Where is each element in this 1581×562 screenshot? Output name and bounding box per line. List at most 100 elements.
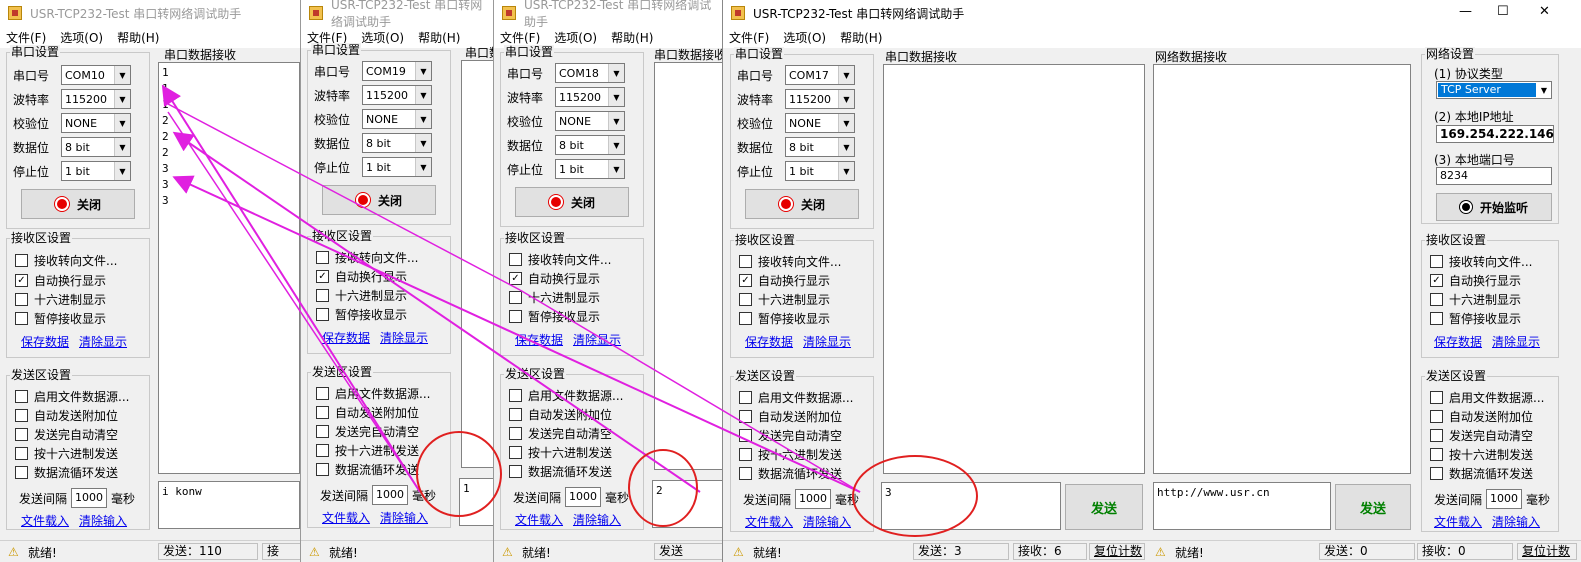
serial-reset-button[interactable]: 复位计数	[1089, 543, 1145, 560]
pause-recv-checkbox[interactable]: 暂停接收显示	[316, 305, 407, 323]
databits-select[interactable]: 8 bit ▼	[362, 133, 432, 153]
auto-append-checkbox[interactable]: 自动发送附加位	[1430, 407, 1533, 425]
parity-select[interactable]: NONE ▼	[61, 113, 131, 133]
file-source-checkbox[interactable]: 启用文件数据源...	[509, 386, 623, 404]
file-load-link[interactable]: 文件载入	[745, 513, 793, 530]
stopbits-select[interactable]: 1 bit ▼	[785, 161, 855, 181]
hex-send-checkbox[interactable]: 按十六进制发送	[739, 445, 842, 463]
save-data-link[interactable]: 保存数据	[322, 329, 370, 346]
serial-send-button[interactable]: 发送	[1065, 484, 1143, 530]
stopbits-select[interactable]: 1 bit ▼	[555, 159, 625, 179]
serial-send-input[interactable]: 1	[459, 478, 493, 526]
auto-append-checkbox[interactable]: 自动发送附加位	[15, 406, 118, 424]
maximize-icon[interactable]: ☐	[1497, 4, 1509, 19]
hex-display-checkbox[interactable]: 十六进制显示	[316, 286, 407, 304]
databits-select[interactable]: 8 bit ▼	[61, 137, 131, 157]
serial-recv-area[interactable]: 1 1 1 2 2 2 3 3 3	[158, 62, 300, 474]
hex-display-checkbox[interactable]: 十六进制显示	[509, 288, 600, 306]
net-send-button[interactable]: 发送	[1335, 484, 1411, 530]
hex-display-checkbox[interactable]: 十六进制显示	[739, 290, 830, 308]
parity-select[interactable]: NONE ▼	[785, 113, 855, 133]
serial-recv-area[interactable]	[883, 64, 1145, 474]
close-port-button[interactable]: 关闭	[515, 187, 629, 217]
port-select[interactable]: COM18 ▼	[555, 63, 625, 83]
auto-clear-checkbox[interactable]: 发送完自动清空	[509, 424, 612, 442]
auto-append-checkbox[interactable]: 自动发送附加位	[316, 403, 419, 421]
file-source-checkbox[interactable]: 启用文件数据源...	[1430, 388, 1544, 406]
port-num-field[interactable]: 8234	[1436, 167, 1552, 185]
hex-send-checkbox[interactable]: 按十六进制发送	[509, 443, 612, 461]
auto-wrap-checkbox[interactable]: ✓ 自动换行显示	[1430, 271, 1521, 289]
clear-input-link[interactable]: 清除输入	[1492, 513, 1540, 530]
serial-recv-area[interactable]	[461, 60, 493, 468]
clear-display-link[interactable]: 清除显示	[380, 329, 428, 346]
menu-options[interactable]: 选项(O)	[361, 29, 404, 46]
baud-select[interactable]: 115200 ▼	[555, 87, 625, 107]
clear-display-link[interactable]: 清除显示	[79, 333, 127, 350]
interval-input[interactable]: 1000	[565, 487, 602, 507]
parity-select[interactable]: NONE ▼	[362, 109, 432, 129]
close-port-button[interactable]: 关闭	[745, 189, 859, 219]
protocol-select[interactable]: TCP Server ▼	[1436, 81, 1552, 99]
menu-help[interactable]: 帮助(H)	[418, 29, 460, 46]
auto-clear-checkbox[interactable]: 发送完自动清空	[1430, 426, 1533, 444]
recv-to-file-checkbox[interactable]: 接收转向文件...	[739, 252, 841, 270]
hex-send-checkbox[interactable]: 按十六进制发送	[1430, 445, 1533, 463]
file-source-checkbox[interactable]: 启用文件数据源...	[316, 384, 430, 402]
port-select[interactable]: COM17 ▼	[785, 65, 855, 85]
net-recv-area[interactable]	[1153, 64, 1411, 474]
menu-options[interactable]: 选项(O)	[554, 29, 597, 46]
clear-display-link[interactable]: 清除显示	[1492, 333, 1540, 350]
pause-recv-checkbox[interactable]: 暂停接收显示	[739, 309, 830, 327]
interval-input[interactable]: 1000	[71, 488, 108, 508]
parity-select[interactable]: NONE ▼	[555, 111, 625, 131]
file-load-link[interactable]: 文件载入	[21, 512, 69, 529]
loop-send-checkbox[interactable]: 数据流循环发送	[739, 464, 842, 482]
menu-help[interactable]: 帮助(H)	[117, 29, 159, 46]
loop-send-checkbox[interactable]: 数据流循环发送	[509, 462, 612, 480]
serial-send-input[interactable]: 2	[652, 480, 722, 528]
file-load-link[interactable]: 文件载入	[515, 511, 563, 528]
file-source-checkbox[interactable]: 启用文件数据源...	[739, 388, 853, 406]
save-data-link[interactable]: 保存数据	[745, 333, 793, 350]
ip-field[interactable]: 169.254.222.146	[1436, 125, 1554, 143]
minimize-icon[interactable]: —	[1459, 4, 1472, 19]
menu-file[interactable]: 文件(F)	[6, 29, 46, 46]
net-reset-button[interactable]: 复位计数	[1517, 543, 1577, 560]
auto-clear-checkbox[interactable]: 发送完自动清空	[316, 422, 419, 440]
stopbits-select[interactable]: 1 bit ▼	[61, 161, 131, 181]
clear-input-link[interactable]: 清除输入	[380, 509, 428, 526]
menu-help[interactable]: 帮助(H)	[840, 29, 882, 46]
menu-options[interactable]: 选项(O)	[60, 29, 103, 46]
auto-append-checkbox[interactable]: 自动发送附加位	[509, 405, 612, 423]
file-load-link[interactable]: 文件载入	[1434, 513, 1482, 530]
serial-recv-area[interactable]	[654, 62, 722, 470]
clear-input-link[interactable]: 清除输入	[573, 511, 621, 528]
auto-wrap-checkbox[interactable]: ✓ 自动换行显示	[509, 269, 600, 287]
databits-select[interactable]: 8 bit ▼	[555, 135, 625, 155]
auto-wrap-checkbox[interactable]: ✓ 自动换行显示	[316, 267, 407, 285]
menu-file[interactable]: 文件(F)	[500, 29, 540, 46]
loop-send-checkbox[interactable]: 数据流循环发送	[316, 460, 419, 478]
recv-to-file-checkbox[interactable]: 接收转向文件...	[15, 251, 117, 269]
interval-input[interactable]: 1000	[795, 489, 832, 509]
auto-clear-checkbox[interactable]: 发送完自动清空	[15, 425, 118, 443]
loop-send-checkbox[interactable]: 数据流循环发送	[15, 463, 118, 481]
close-port-button[interactable]: 关闭	[322, 185, 436, 215]
auto-wrap-checkbox[interactable]: ✓ 自动换行显示	[739, 271, 830, 289]
pause-recv-checkbox[interactable]: 暂停接收显示	[1430, 309, 1521, 327]
baud-select[interactable]: 115200 ▼	[362, 85, 432, 105]
file-source-checkbox[interactable]: 启用文件数据源...	[15, 387, 129, 405]
auto-clear-checkbox[interactable]: 发送完自动清空	[739, 426, 842, 444]
auto-wrap-checkbox[interactable]: ✓ 自动换行显示	[15, 271, 106, 289]
clear-display-link[interactable]: 清除显示	[803, 333, 851, 350]
baud-select[interactable]: 115200 ▼	[785, 89, 855, 109]
hex-display-checkbox[interactable]: 十六进制显示	[15, 290, 106, 308]
file-load-link[interactable]: 文件载入	[322, 509, 370, 526]
start-listen-button[interactable]: 开始监听	[1436, 193, 1552, 221]
baud-select[interactable]: 115200 ▼	[61, 89, 131, 109]
serial-send-input[interactable]: i konw	[158, 481, 300, 529]
pause-recv-checkbox[interactable]: 暂停接收显示	[15, 309, 106, 327]
save-data-link[interactable]: 保存数据	[515, 331, 563, 348]
close-icon[interactable]: ✕	[1539, 4, 1550, 19]
